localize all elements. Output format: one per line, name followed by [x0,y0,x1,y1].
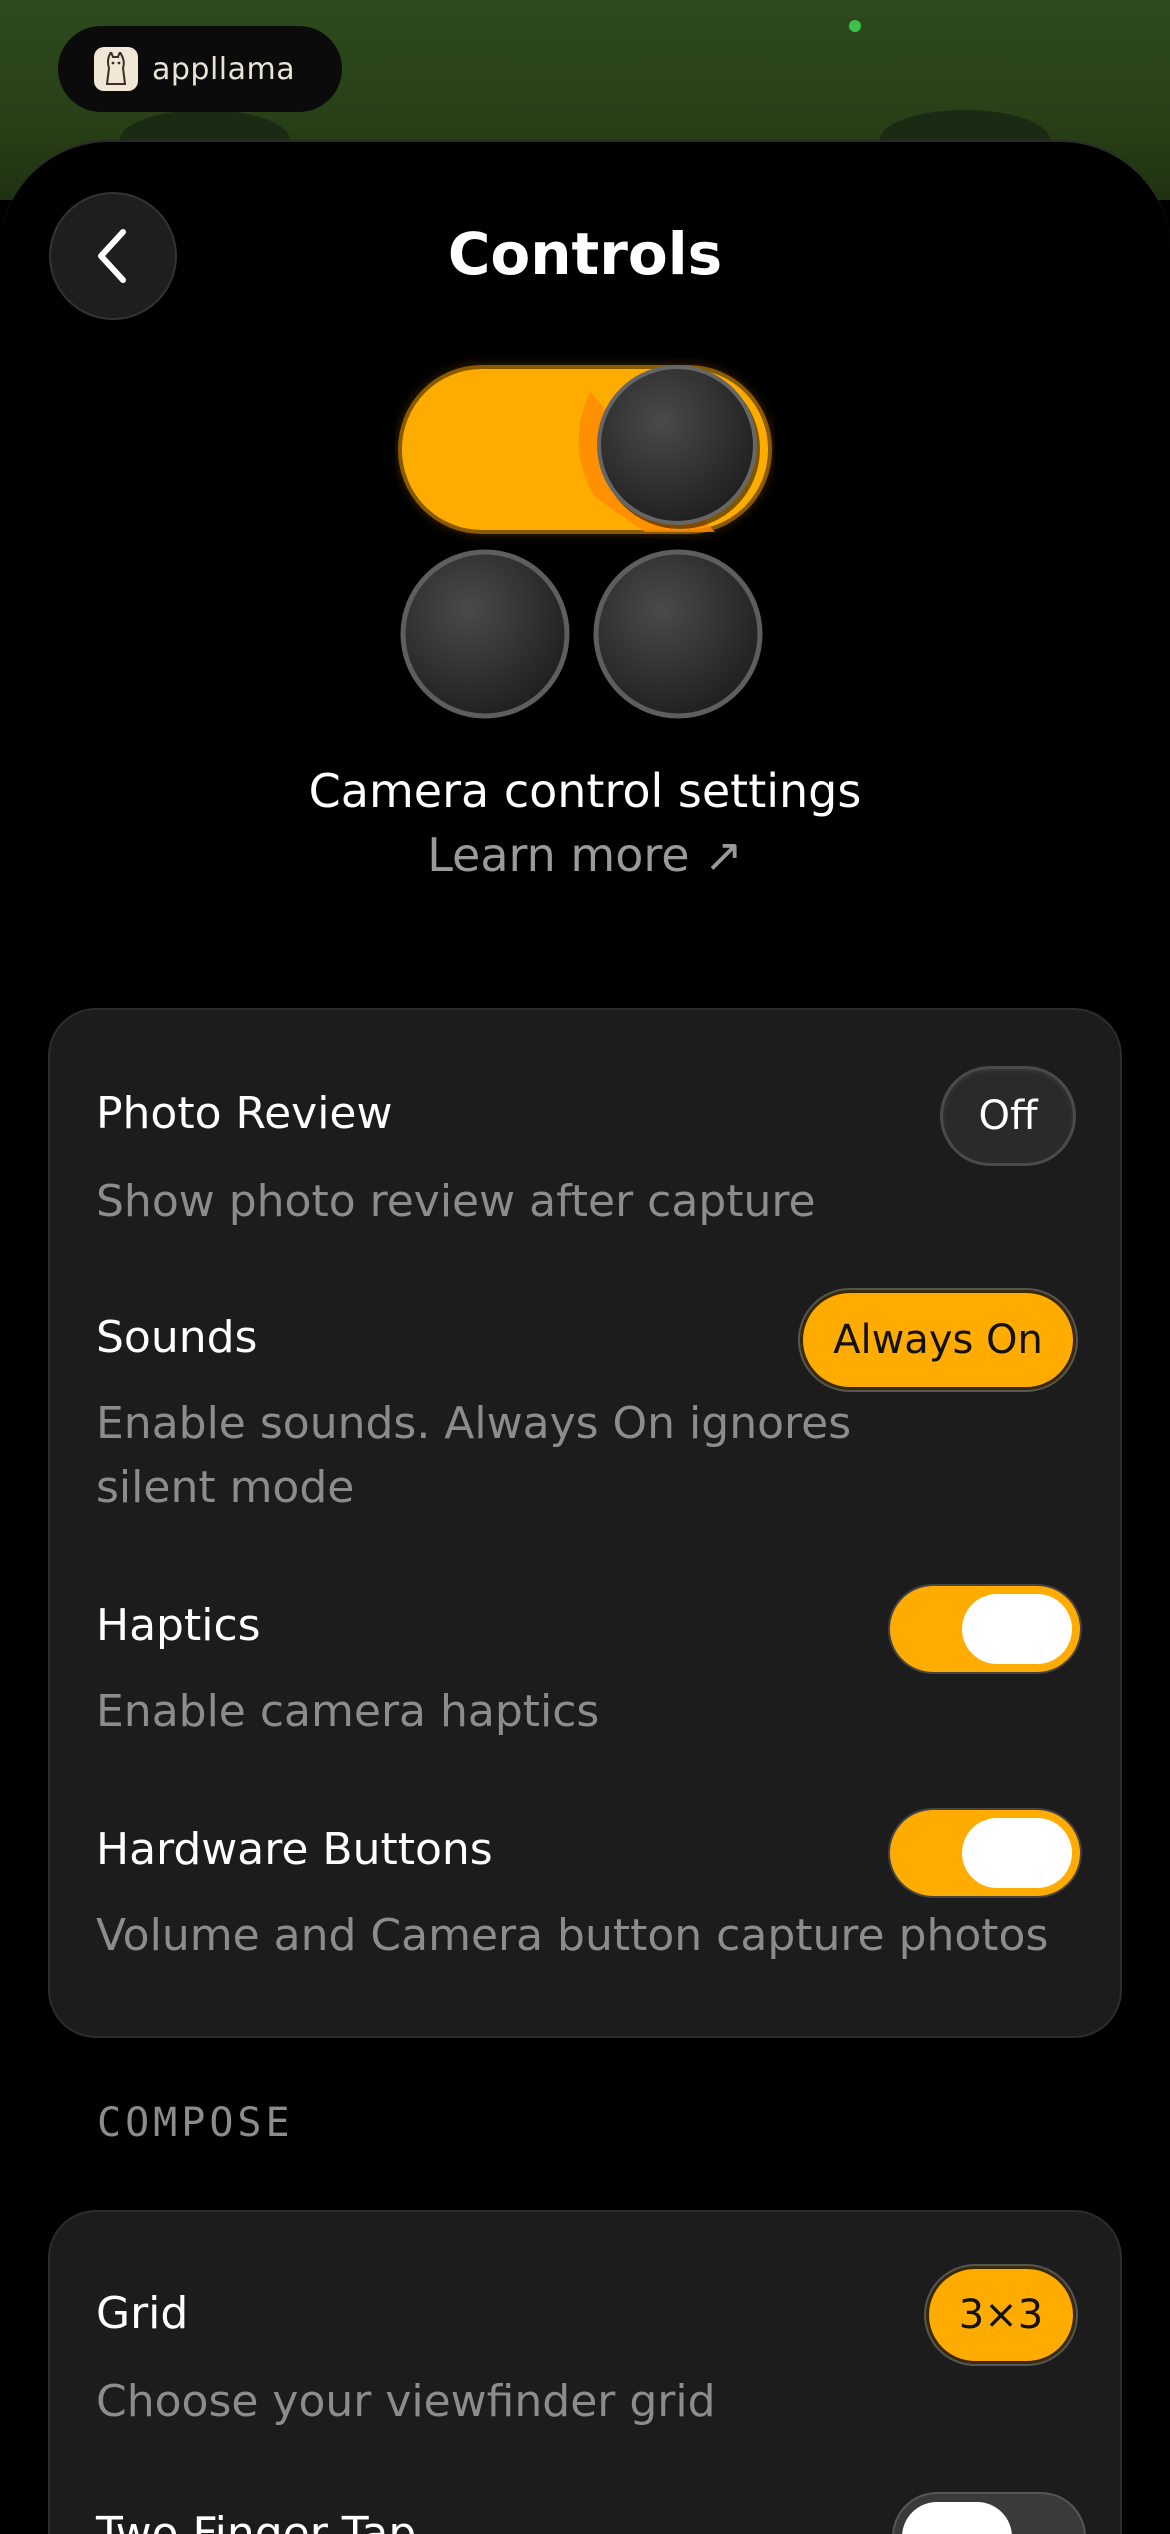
haptics-toggle[interactable] [890,1586,1080,1672]
hardware-buttons-description: Volume and Camera button capture photos [96,1910,1049,1961]
photo-review-selector[interactable]: Off [940,1066,1076,1166]
haptics-label: Haptics [96,1600,261,1651]
learn-more-link[interactable]: Learn more ↗ [0,828,1170,882]
compose-card: Grid 3×3 Choose your viewfinder grid Two… [48,2210,1122,2534]
page-title: Controls [447,220,723,288]
llama-logo-icon [94,47,138,91]
photo-review-description: Show photo review after capture [96,1176,816,1227]
hardware-buttons-label: Hardware Buttons [96,1824,493,1875]
sounds-label: Sounds [96,1312,258,1363]
sounds-selector[interactable]: Always On [800,1290,1076,1390]
two-finger-tap-toggle[interactable] [894,2494,1084,2534]
sounds-description: Enable sounds. Always On ignores silent … [96,1398,852,1513]
photo-review-label: Photo Review [96,1088,393,1139]
hardware-buttons-toggle[interactable] [890,1810,1080,1896]
hero-title: Camera control settings [308,764,862,818]
toggle-knob [962,1818,1072,1888]
toggle-knob [962,1594,1072,1664]
brand-name: appllama [152,51,296,87]
controls-sheet: Controls Camera control settings Learn m… [0,140,1170,2534]
toggle-knob [902,2502,1012,2534]
controls-illustration-icon [398,365,772,723]
two-finger-tap-label: Two Finger Tap [96,2508,417,2534]
grid-selector[interactable]: 3×3 [926,2266,1076,2364]
recording-indicator-dot [849,20,861,32]
grid-label: Grid [96,2288,189,2339]
section-header-compose: COMPOSE [97,2100,294,2146]
controls-card: Photo Review Off Show photo review after… [48,1008,1122,2038]
brand-badge: appllama [58,26,342,112]
grid-description: Choose your viewfinder grid [96,2376,716,2427]
haptics-description: Enable camera haptics [96,1686,600,1737]
